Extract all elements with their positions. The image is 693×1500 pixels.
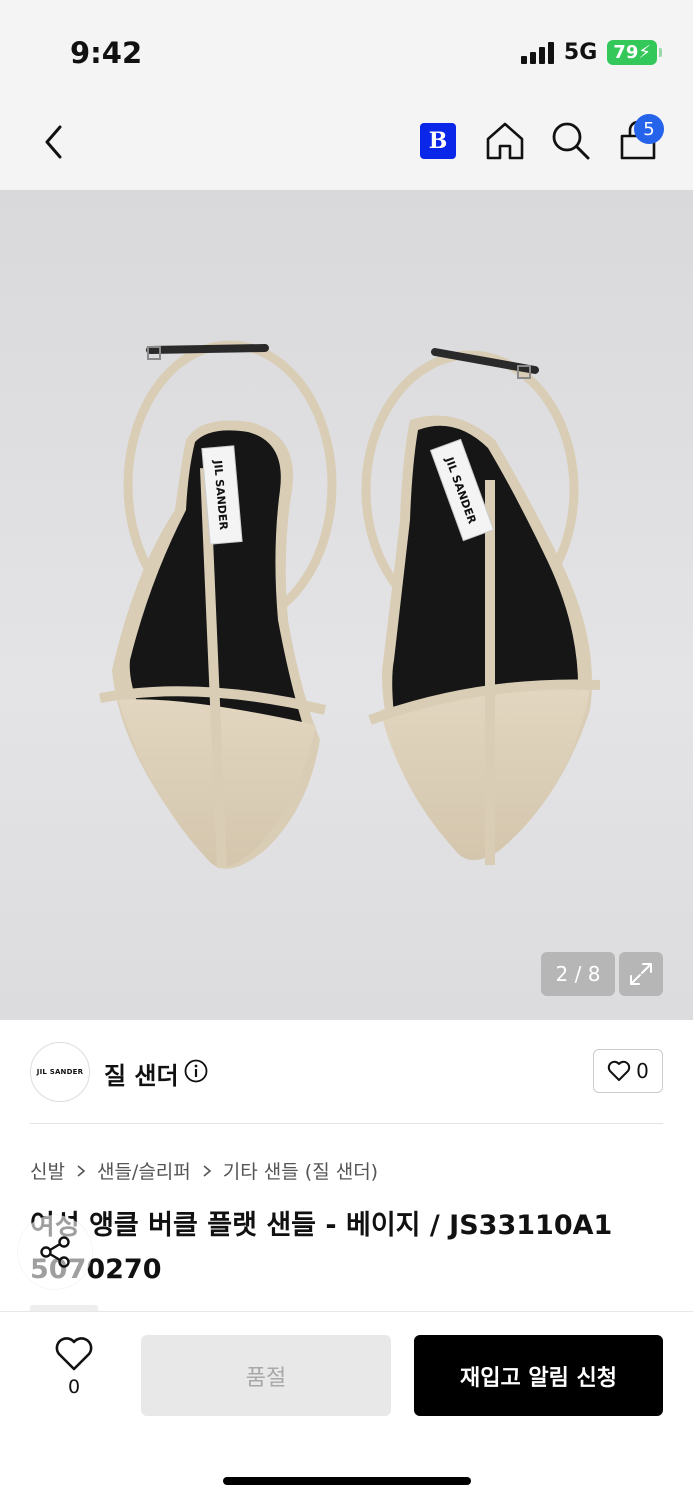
brand-logo[interactable]: JIL SANDER: [30, 1042, 90, 1102]
share-button[interactable]: [18, 1215, 92, 1289]
heart-icon: [55, 1337, 93, 1371]
breadcrumb-item[interactable]: 샌들/슬리퍼: [97, 1157, 191, 1184]
heart-icon: [607, 1060, 631, 1081]
battery-level: 79: [613, 42, 639, 63]
chevron-right-icon: [203, 1164, 212, 1177]
product-title: 여성 앵클 버클 플랫 샌들 - 베이지 / JS33110A1 5070270: [30, 1210, 613, 1285]
right-sandal: JIL SANDER: [361, 348, 601, 865]
image-counter: 2 / 8: [541, 952, 615, 996]
battery-icon: 79⚡: [607, 40, 662, 65]
top-nav-bar: B 5: [0, 100, 693, 190]
left-sandal: JIL SANDER: [99, 340, 337, 869]
chevron-right-icon: [77, 1164, 86, 1177]
brand-b-icon[interactable]: B: [420, 123, 456, 159]
breadcrumb: 신발 샌들/슬리퍼 기타 샌들 (질 샌더): [30, 1157, 378, 1184]
search-icon: [552, 122, 590, 160]
home-button[interactable]: [484, 120, 526, 162]
wishlist-count: 0: [67, 1376, 81, 1398]
restock-alert-button[interactable]: 재입고 알림 신청: [414, 1335, 663, 1416]
expand-image-button[interactable]: [619, 952, 663, 996]
share-icon: [40, 1236, 70, 1268]
brand-like-button[interactable]: 0: [593, 1049, 663, 1093]
product-image-gallery[interactable]: JIL SANDER JIL SANDER 2 / 8: [0, 190, 693, 1020]
chevron-left-icon: [45, 125, 62, 159]
info-icon[interactable]: [184, 1059, 208, 1083]
brand-like-count: 0: [636, 1059, 649, 1083]
status-time: 9:42: [70, 36, 143, 70]
signal-icon: [520, 41, 554, 64]
divider: [30, 1123, 663, 1124]
brand-name[interactable]: 질 샌더: [104, 1056, 179, 1091]
home-icon: [486, 122, 524, 160]
back-button[interactable]: [34, 122, 74, 162]
search-button[interactable]: [550, 120, 592, 162]
status-indicators: 5G 79⚡: [520, 40, 662, 65]
status-bar: 9:42 5G 79⚡: [0, 0, 693, 100]
product-photo-sandals: JIL SANDER JIL SANDER: [99, 340, 601, 869]
brand-row: JIL SANDER 질 샌더 0: [0, 1020, 693, 1124]
home-indicator[interactable]: [223, 1477, 471, 1485]
breadcrumb-item[interactable]: 기타 샌들 (질 샌더): [223, 1157, 378, 1184]
cart-count-badge: 5: [634, 114, 664, 144]
wishlist-button[interactable]: 0: [48, 1336, 100, 1408]
bottom-action-bar: 0 품절 재입고 알림 신청: [0, 1311, 693, 1500]
sold-out-button[interactable]: 품절: [141, 1335, 391, 1416]
network-label: 5G: [563, 40, 598, 65]
breadcrumb-item[interactable]: 신발: [30, 1157, 65, 1184]
expand-icon: [630, 963, 652, 985]
